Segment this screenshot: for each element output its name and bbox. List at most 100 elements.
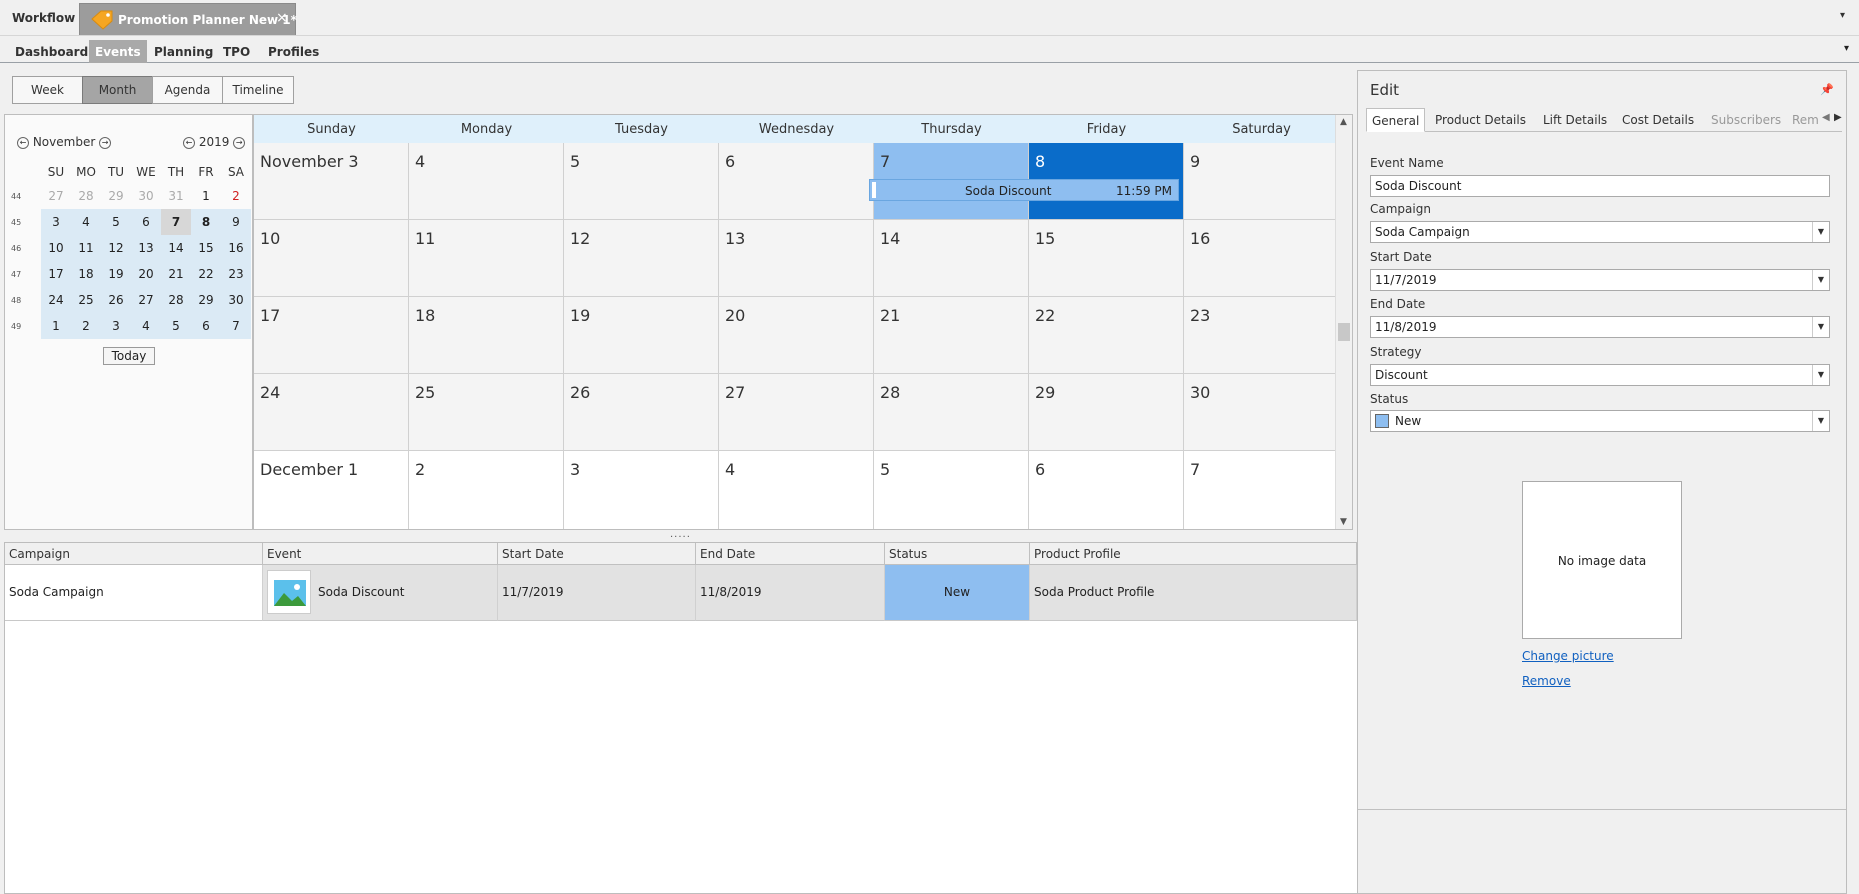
mini-day[interactable]: 6 (131, 209, 161, 235)
mini-day[interactable]: 29 (191, 287, 221, 313)
day-cell[interactable]: 11 (409, 220, 564, 297)
mini-day[interactable]: 14 (161, 235, 191, 261)
ribbon-tab-dashboard[interactable]: Dashboard (9, 40, 94, 63)
today-button[interactable]: Today (103, 347, 155, 365)
mini-day[interactable]: 27 (41, 183, 71, 209)
day-cell[interactable]: 28 (874, 374, 1029, 451)
mini-day-today[interactable]: 7 (161, 209, 191, 235)
mini-day[interactable]: 29 (101, 183, 131, 209)
mini-day-selected[interactable]: 8 (191, 209, 221, 235)
week-view-button[interactable]: Week (12, 76, 83, 104)
day-cell[interactable]: 16 (1184, 220, 1339, 297)
mini-day[interactable]: 15 (191, 235, 221, 261)
agenda-view-button[interactable]: Agenda (152, 76, 223, 104)
next-year-icon[interactable]: → (233, 136, 246, 149)
mini-day[interactable]: 30 (131, 183, 161, 209)
remove-picture-link[interactable]: Remove (1522, 674, 1571, 688)
previous-year-icon[interactable]: ← (183, 136, 195, 149)
ribbon-menu-dropdown-icon[interactable]: ▾ (1844, 43, 1849, 54)
mini-day[interactable]: 28 (71, 183, 101, 209)
scroll-thumb[interactable] (1338, 323, 1350, 341)
column-header-event[interactable]: Event (263, 543, 498, 565)
tab-general[interactable]: General (1366, 108, 1426, 132)
change-picture-link[interactable]: Change picture (1522, 649, 1614, 663)
day-cell[interactable]: 6 (1029, 451, 1184, 529)
mini-day[interactable]: 16 (221, 235, 251, 261)
mini-day[interactable]: 5 (161, 313, 191, 339)
mini-day[interactable]: 23 (221, 261, 251, 287)
mini-day[interactable]: 1 (191, 183, 221, 209)
day-cell[interactable]: 18 (409, 297, 564, 374)
mini-day[interactable]: 21 (161, 261, 191, 287)
mini-day[interactable]: 10 (41, 235, 71, 261)
day-cell[interactable]: 25 (409, 374, 564, 451)
start-date-picker[interactable]: 11/7/2019 ▼ (1370, 269, 1830, 291)
day-cell[interactable]: 3 (564, 451, 719, 529)
day-cell[interactable]: 23 (1184, 297, 1339, 374)
column-header-status[interactable]: Status (885, 543, 1030, 565)
scroll-down-icon[interactable]: ▼ (1340, 517, 1347, 527)
tab-lift-details[interactable]: Lift Details (1538, 108, 1612, 132)
mini-day[interactable]: 7 (221, 313, 251, 339)
ribbon-tab-events[interactable]: Events (89, 40, 147, 63)
mini-day[interactable]: 13 (131, 235, 161, 261)
dropdown-arrow-icon[interactable]: ▼ (1812, 270, 1829, 290)
close-icon[interactable]: × (276, 10, 288, 26)
column-header-end-date[interactable]: End Date (696, 543, 885, 565)
column-header-campaign[interactable]: Campaign (5, 543, 263, 565)
day-cell[interactable]: 30 (1184, 374, 1339, 451)
event-name-field[interactable]: Soda Discount (1370, 175, 1830, 197)
day-cell[interactable]: 20 (719, 297, 874, 374)
mini-day[interactable]: 6 (191, 313, 221, 339)
mini-day[interactable]: 22 (191, 261, 221, 287)
day-cell[interactable]: 4 (719, 451, 874, 529)
cell-event[interactable]: Soda Discount (263, 565, 498, 621)
timeline-view-button[interactable]: Timeline (222, 76, 294, 104)
ribbon-tab-tpo[interactable]: TPO (217, 40, 256, 63)
scroll-up-icon[interactable]: ▲ (1340, 117, 1347, 127)
mini-day[interactable]: 3 (41, 209, 71, 235)
day-cell[interactable]: 14 (874, 220, 1029, 297)
mini-day[interactable]: 24 (41, 287, 71, 313)
mini-day[interactable]: 2 (71, 313, 101, 339)
mini-day[interactable]: 19 (101, 261, 131, 287)
mini-day[interactable]: 26 (101, 287, 131, 313)
appointment-soda-discount[interactable]: Soda Discount 11:59 PM (869, 179, 1179, 201)
mini-day[interactable]: 31 (161, 183, 191, 209)
day-cell[interactable]: 17 (254, 297, 409, 374)
dropdown-arrow-icon[interactable]: ▼ (1812, 411, 1829, 431)
previous-month-icon[interactable]: ← (17, 136, 29, 149)
mini-day[interactable]: 27 (131, 287, 161, 313)
day-cell[interactable]: 15 (1029, 220, 1184, 297)
mini-day[interactable]: 20 (131, 261, 161, 287)
day-cell[interactable]: 22 (1029, 297, 1184, 374)
mini-day[interactable]: 11 (71, 235, 101, 261)
mini-day[interactable]: 30 (221, 287, 251, 313)
day-cell[interactable]: 24 (254, 374, 409, 451)
day-cell[interactable]: 26 (564, 374, 719, 451)
pin-icon[interactable]: 📌 (1820, 83, 1834, 96)
calendar-scrollbar[interactable]: ▲ ▼ (1335, 115, 1352, 529)
month-view-button[interactable]: Month (82, 76, 153, 104)
tab-remi[interactable]: Remi (1787, 108, 1819, 132)
day-cell[interactable]: 13 (719, 220, 874, 297)
cell-product-profile[interactable]: Soda Product Profile (1030, 565, 1357, 621)
mini-day[interactable]: 25 (71, 287, 101, 313)
tab-product-details[interactable]: Product Details (1430, 108, 1531, 132)
promotion-planner-tab[interactable]: Promotion Planner New 1* × (79, 3, 297, 35)
dropdown-arrow-icon[interactable]: ▼ (1812, 317, 1829, 337)
document-menu-dropdown-icon[interactable]: ▾ (1840, 10, 1845, 21)
cell-campaign[interactable]: Soda Campaign (5, 565, 263, 621)
end-date-picker[interactable]: 11/8/2019 ▼ (1370, 316, 1830, 338)
tab-scroll-left-icon[interactable]: ◀ (1822, 112, 1830, 123)
mini-day[interactable]: 4 (131, 313, 161, 339)
ribbon-tab-profiles[interactable]: Profiles (262, 40, 325, 63)
day-cell[interactable]: December 1 (254, 451, 409, 529)
mini-day[interactable]: 3 (101, 313, 131, 339)
day-cell[interactable]: 21 (874, 297, 1029, 374)
day-cell[interactable]: 7 (1184, 451, 1339, 529)
next-month-icon[interactable]: → (99, 136, 112, 149)
status-select[interactable]: New ▼ (1370, 410, 1830, 432)
picture-box[interactable]: No image data (1522, 481, 1682, 639)
day-cell[interactable]: 10 (254, 220, 409, 297)
